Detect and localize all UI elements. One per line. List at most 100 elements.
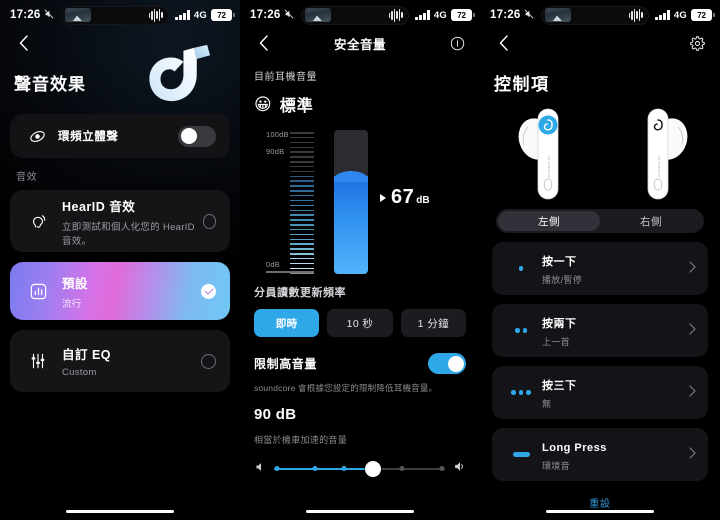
custom-eq-radio[interactable]	[201, 353, 216, 369]
control-subtitle: 環境音	[542, 460, 570, 471]
control-subtitle: 上一首	[542, 336, 570, 347]
control-row-double-tap[interactable]: 按兩下 上一首	[492, 304, 708, 357]
page-header-1: 聲音效果	[0, 44, 240, 114]
pointer-icon	[380, 193, 386, 202]
side-selector[interactable]: 左側 右側	[496, 209, 704, 233]
spatial-audio-icon	[24, 128, 50, 145]
battery-indicator: 72	[451, 9, 475, 21]
spatial-audio-row[interactable]: 環頻立體聲	[10, 114, 230, 158]
status-bar-1: 17:26 4G 72	[0, 0, 240, 30]
chevron-right-icon	[689, 260, 696, 278]
home-indicator	[546, 509, 654, 513]
tab-right-side[interactable]: 右側	[600, 211, 702, 231]
control-row-single-tap[interactable]: 按一下 播放/暫停	[492, 242, 708, 295]
svg-text:soundcore: soundcore	[547, 156, 551, 178]
home-indicator	[66, 509, 174, 513]
status-time: 17:26	[490, 9, 521, 21]
mute-icon	[44, 9, 54, 22]
refresh-option-10s[interactable]: 10 秒	[327, 309, 393, 337]
current-level-value: 標準	[279, 98, 314, 115]
scale-label-100: 100dB	[266, 130, 289, 139]
back-button[interactable]	[492, 32, 514, 54]
spatial-audio-toggle[interactable]	[178, 125, 216, 147]
limit-volume-toggle[interactable]	[428, 353, 466, 374]
limit-slider[interactable]	[274, 460, 445, 477]
limit-slider-row	[254, 460, 466, 478]
control-row-triple-tap[interactable]: 按三下 無	[492, 366, 708, 419]
hearid-radio[interactable]	[202, 213, 216, 229]
refresh-option-1min[interactable]: 1 分鐘	[400, 309, 466, 337]
custom-eq-row[interactable]: 自訂 EQ Custom	[10, 330, 230, 392]
signal-icon	[415, 10, 430, 20]
settings-button[interactable]	[686, 32, 708, 54]
custom-eq-title: 自訂 EQ	[62, 348, 112, 362]
preset-eq-subtitle: 流行	[62, 298, 82, 310]
control-title: 按三下	[542, 379, 577, 392]
limit-slider-thumb[interactable]	[365, 460, 382, 477]
nav-bar-2: 安全音量	[240, 30, 480, 56]
dynamic-island	[60, 5, 169, 25]
volume-low-icon	[254, 460, 266, 478]
scale-label-90: 90dB	[266, 147, 285, 156]
reset-link[interactable]: 重設	[480, 495, 720, 510]
gear-icon	[689, 35, 705, 51]
panel-safe-volume: 17:26 4G 72 安全音量 目前耳機音量 😀 標準 100dB 90dB …	[240, 0, 480, 520]
custom-eq-subtitle: Custom	[62, 367, 97, 378]
current-volume-label: 目前耳機音量	[254, 72, 317, 83]
status-indicators: 4G 72	[175, 9, 235, 21]
battery-indicator: 72	[691, 9, 715, 21]
control-title: 按一下	[542, 255, 577, 268]
photo-thumbnail	[544, 8, 571, 22]
hearid-title: HearID 音效	[62, 199, 136, 214]
limit-sub-note: 相當於機車加速的音量	[254, 434, 348, 445]
back-button[interactable]	[252, 32, 274, 54]
two-dots-icon	[504, 328, 538, 333]
refresh-option-instant[interactable]: 即時	[254, 309, 320, 337]
status-indicators: 4G 72	[655, 9, 715, 21]
current-level-row: 😀 標準	[254, 92, 466, 116]
control-subtitle: 播放/暫停	[542, 274, 583, 285]
control-row-long-press[interactable]: Long Press 環境音	[492, 428, 708, 481]
three-phone-screenshots: 17:26 4G 72 聲音效果 環頻立體聲 音效 HearID 音效 立即測試…	[0, 0, 720, 520]
chevron-left-icon	[259, 35, 268, 51]
svg-text:soundcore: soundcore	[657, 156, 661, 178]
preset-eq-title: 預設	[62, 276, 89, 291]
earbuds-illustration: soundcore soundcore	[480, 101, 720, 205]
refresh-rate-label: 分員讀數更新頻率	[254, 287, 346, 299]
long-bar-icon	[504, 452, 538, 457]
hearid-subtitle: 立即測試和個人化您的 HearID 音效。	[62, 221, 195, 247]
sound-effects-section-label: 音效	[16, 172, 37, 183]
status-indicators: 4G 72	[415, 9, 475, 21]
volume-bar	[334, 130, 368, 274]
back-button[interactable]	[12, 32, 34, 54]
page-title: 安全音量	[333, 37, 386, 52]
network-type: 4G	[193, 9, 207, 21]
control-title: Long Press	[542, 441, 607, 454]
tab-left-side[interactable]: 左側	[498, 211, 600, 231]
limit-volume-label: 限制高音量	[254, 357, 318, 371]
volume-meter: 100dB 90dB 0dB 67 dB	[254, 128, 466, 278]
volume-unit: dB	[416, 195, 430, 206]
status-time: 17:26	[250, 9, 281, 21]
control-subtitle: 無	[542, 398, 552, 409]
db-scale: 100dB 90dB 0dB	[266, 130, 314, 274]
photo-thumbnail	[304, 8, 331, 22]
hearid-row[interactable]: HearID 音效 立即測試和個人化您的 HearID 音效。	[10, 190, 230, 252]
ear-icon	[24, 212, 52, 230]
info-button[interactable]	[446, 32, 468, 54]
dynamic-island	[300, 5, 409, 25]
info-circle-icon	[450, 36, 464, 50]
preset-eq-row[interactable]: 預設 流行	[10, 262, 230, 320]
three-dots-icon	[504, 390, 538, 395]
limit-volume-note: soundcore 會根據您設定的限制降低耳機音量。	[254, 383, 438, 393]
nav-bar-1	[0, 30, 240, 56]
chevron-right-icon	[689, 384, 696, 402]
signal-icon	[175, 10, 190, 20]
smiley-icon: 😀	[254, 94, 272, 114]
panel-controls: 17:26 4G 72 控制項 soundcore soundcore 左側 右…	[480, 0, 720, 520]
equalizer-icon	[24, 282, 52, 301]
scale-ticks	[290, 132, 314, 274]
preset-eq-radio-checked[interactable]	[201, 283, 216, 299]
volume-readout: 67 dB	[380, 186, 430, 209]
photo-thumbnail	[64, 8, 91, 22]
